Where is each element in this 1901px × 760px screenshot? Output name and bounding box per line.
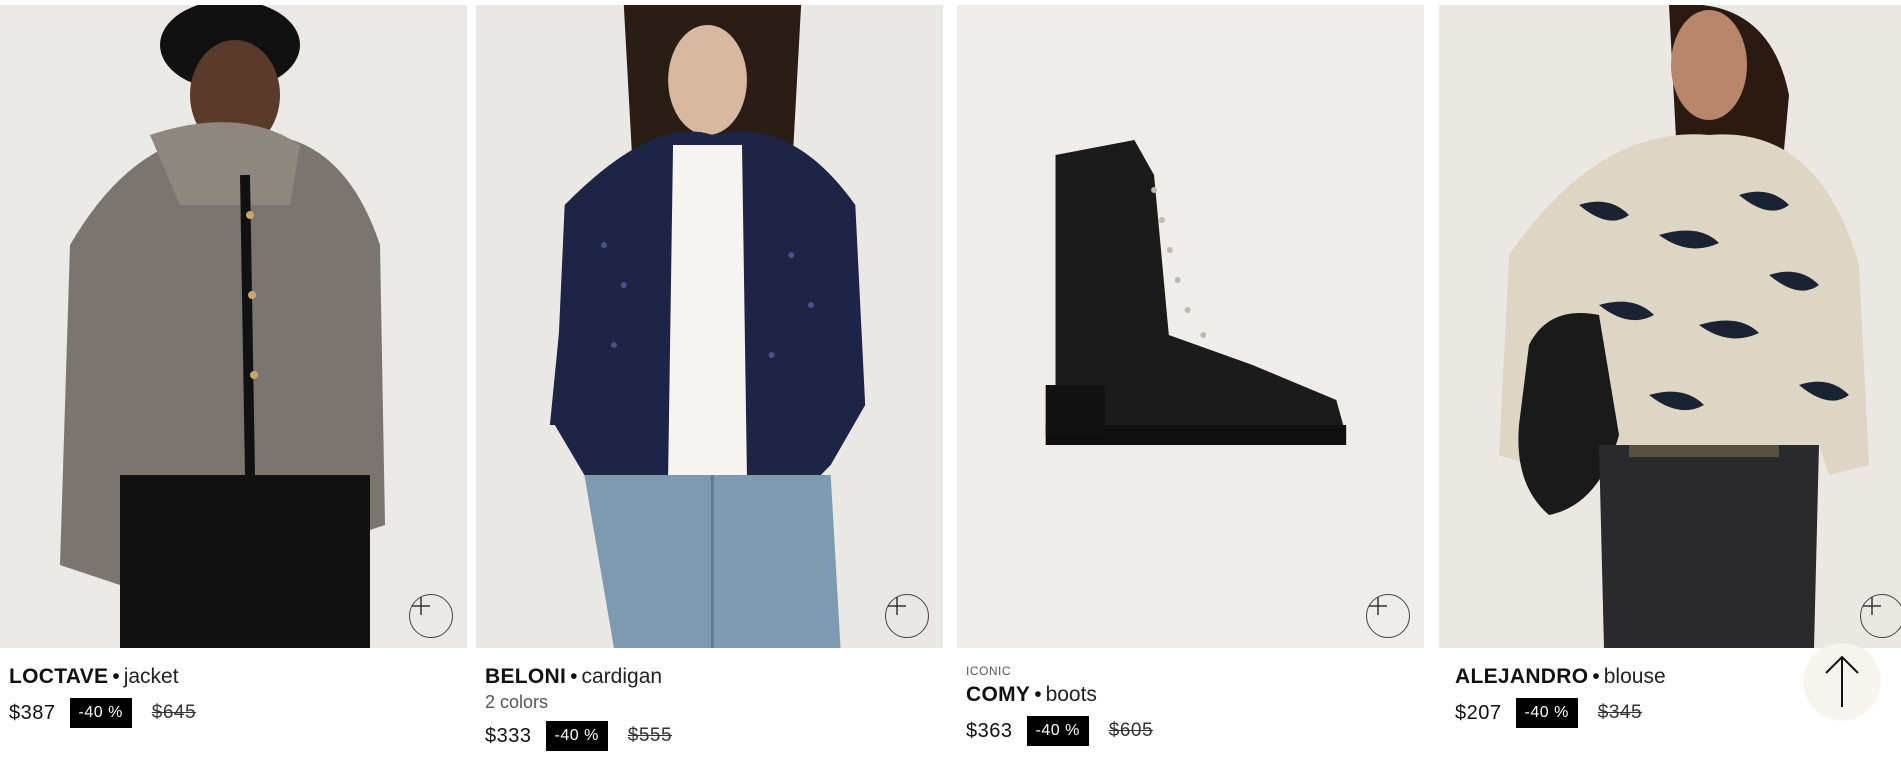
product-card-loctave[interactable]: LOCTAVE • jacket $387 -40 % $645 [0, 5, 467, 728]
product-name[interactable]: COMY [966, 683, 1030, 706]
original-price: $555 [627, 725, 673, 746]
name-separator: • [570, 665, 578, 688]
product-image[interactable] [957, 5, 1424, 648]
discount-badge: -40 % [1026, 716, 1089, 746]
price-row: $363 -40 % $605 [966, 716, 1424, 746]
product-type[interactable]: boots [1046, 683, 1097, 706]
name-separator: • [1034, 683, 1042, 706]
product-info: BELONI • cardigan 2 colors $333 -40 % $555 [476, 648, 943, 751]
product-card-alejandro[interactable]: ALEJANDRO • blouse $207 -40 % $345 [1439, 5, 1901, 728]
discount-badge: -40 % [69, 698, 132, 728]
product-type[interactable]: blouse [1604, 665, 1666, 688]
price-row: $387 -40 % $645 [9, 698, 467, 728]
product-title[interactable]: LOCTAVE • jacket [9, 664, 467, 690]
sale-price: $363 [966, 719, 1013, 742]
product-name[interactable]: BELONI [485, 665, 566, 688]
plus-icon [412, 597, 430, 615]
name-separator: • [112, 665, 120, 688]
cardigan-model-photo [476, 5, 943, 648]
sale-price: $207 [1455, 701, 1502, 724]
product-grid: LOCTAVE • jacket $387 -40 % $645 BELONI … [0, 0, 1901, 760]
price-row: $333 -40 % $555 [485, 721, 943, 751]
original-price: $645 [151, 702, 197, 723]
product-image[interactable] [0, 5, 467, 648]
plus-icon [1863, 597, 1881, 615]
plus-icon [888, 597, 906, 615]
product-card-comy[interactable]: ICONIC COMY • boots $363 -40 % $605 [957, 5, 1424, 746]
sale-price: $333 [485, 724, 532, 747]
product-info: LOCTAVE • jacket $387 -40 % $645 [0, 648, 467, 728]
blouse-model-photo [1439, 5, 1901, 648]
add-to-cart-button[interactable] [1366, 594, 1410, 638]
product-title[interactable]: COMY • boots [966, 682, 1424, 708]
product-name[interactable]: ALEJANDRO [1455, 665, 1588, 688]
color-count[interactable]: 2 colors [485, 692, 943, 713]
product-info: ICONIC COMY • boots $363 -40 % $605 [957, 648, 1424, 746]
add-to-cart-button[interactable] [1860, 594, 1901, 638]
product-name[interactable]: LOCTAVE [9, 665, 108, 688]
product-tag: ICONIC [966, 664, 1011, 678]
add-to-cart-button[interactable] [885, 594, 929, 638]
sale-price: $387 [9, 701, 56, 724]
name-separator: • [1592, 665, 1600, 688]
product-type[interactable]: cardigan [582, 665, 663, 688]
product-title[interactable]: BELONI • cardigan [485, 664, 943, 690]
original-price: $345 [1597, 702, 1643, 723]
add-to-cart-button[interactable] [409, 594, 453, 638]
original-price: $605 [1108, 720, 1154, 741]
discount-badge: -40 % [545, 721, 608, 751]
product-card-beloni[interactable]: BELONI • cardigan 2 colors $333 -40 % $555 [476, 5, 943, 751]
product-type[interactable]: jacket [124, 665, 179, 688]
discount-badge: -40 % [1515, 698, 1578, 728]
boot-product-photo [957, 5, 1424, 648]
scroll-to-top-button[interactable] [1804, 643, 1880, 719]
arrow-up-icon [1825, 655, 1859, 707]
plus-icon [1369, 597, 1387, 615]
product-image[interactable] [1439, 5, 1901, 648]
product-image[interactable] [476, 5, 943, 648]
jacket-model-photo [0, 5, 467, 648]
